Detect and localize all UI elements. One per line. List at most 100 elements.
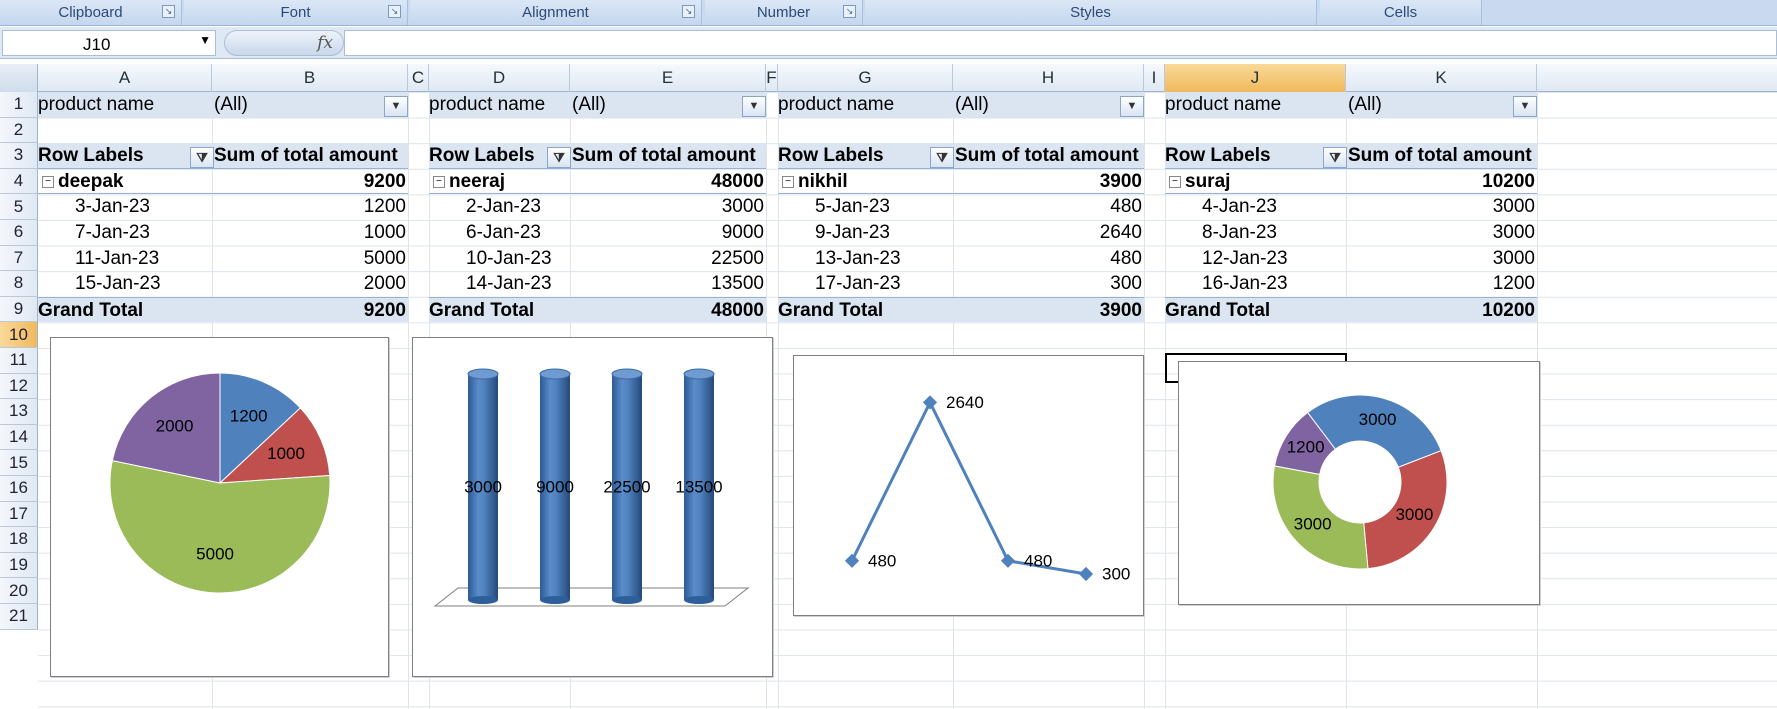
filter-funnel-icon[interactable]: ⧩ xyxy=(190,147,214,169)
item-date: 2-Jan-23 xyxy=(466,196,541,218)
pivot-filter-label: product name xyxy=(429,92,570,118)
filter-funnel-icon[interactable]: ⧩ xyxy=(547,147,571,169)
column-header-l[interactable] xyxy=(1537,64,1777,92)
row-header-5[interactable]: 5 xyxy=(0,194,38,220)
column-header-d[interactable]: D xyxy=(429,64,570,92)
bar-base xyxy=(684,596,714,604)
cylinder-chart-neeraj[interactable]: 3000 9000 22500 13500 xyxy=(412,337,773,677)
value-header: Sum of total amount xyxy=(214,145,398,167)
row-header-19[interactable]: 19 xyxy=(0,552,38,579)
group-name: deepak xyxy=(58,170,124,192)
row-header-8[interactable]: 8 xyxy=(0,271,38,297)
pivot-item-row: 15-Jan-23 2000 xyxy=(38,271,408,297)
select-all-button[interactable] xyxy=(0,64,38,92)
pivot-group-row: − neeraj 48000 xyxy=(429,169,766,195)
group-label[interactable]: − deepak xyxy=(38,169,212,195)
pivot-item-row: 2-Jan-23 3000 xyxy=(429,194,766,220)
collapse-icon[interactable]: − xyxy=(433,175,445,188)
row-header-7[interactable]: 7 xyxy=(0,245,38,272)
column-header-c[interactable]: C xyxy=(408,64,429,92)
item-date: 5-Jan-23 xyxy=(815,196,890,218)
row-header-12[interactable]: 12 xyxy=(0,373,38,400)
column-header-b[interactable]: B xyxy=(212,64,408,92)
pie-chart-deepak[interactable]: 1200 1000 5000 2000 xyxy=(50,337,389,677)
pivot-item-row: 17-Jan-23 300 xyxy=(778,271,1144,297)
worksheet-grid[interactable]: A B C D E F G H I J K 1 2 3 4 5 6 7 8 9 10 11 12 13 1… xyxy=(0,64,1777,709)
row-header-14[interactable]: 14 xyxy=(0,424,38,451)
slice-label: 3000 xyxy=(1359,410,1397,429)
column-header-j[interactable]: J xyxy=(1165,64,1346,92)
row-header-18[interactable]: 18 xyxy=(0,527,38,553)
slice-label: 1200 xyxy=(1287,438,1325,457)
pivot-filter-value: (All) xyxy=(1346,92,1537,118)
formula-input[interactable] xyxy=(344,30,1777,56)
column-header-g[interactable]: G xyxy=(778,64,953,92)
group-label[interactable]: − suraj xyxy=(1165,169,1346,195)
pivot-item-row: 11-Jan-23 5000 xyxy=(38,246,408,272)
filter-dropdown-icon[interactable]: ▼ xyxy=(384,96,408,117)
item-amount: 9000 xyxy=(721,222,764,243)
column-header-k[interactable]: K xyxy=(1346,64,1537,92)
row-header-17[interactable]: 17 xyxy=(0,501,38,528)
slice-label: 3000 xyxy=(1294,515,1332,534)
filter-dropdown-icon[interactable]: ▼ xyxy=(1120,96,1144,117)
doughnut-chart-svg: 3000 3000 3000 1200 xyxy=(1272,394,1448,570)
item-date: 7-Jan-23 xyxy=(75,222,150,243)
row-header-11[interactable]: 11 xyxy=(0,348,38,374)
name-box[interactable]: J10 ▼ xyxy=(2,30,216,56)
row-header-4[interactable]: 4 xyxy=(0,168,38,195)
pivot-grand-total-row: Grand Total 10200 xyxy=(1165,296,1537,323)
item-date: 16-Jan-23 xyxy=(1202,273,1288,295)
bar-label: 22500 xyxy=(603,477,650,496)
row-header-9[interactable]: 9 xyxy=(0,296,38,323)
line-chart-nikhil[interactable]: 480 2640 480 300 xyxy=(793,355,1144,616)
row-header-21[interactable]: 21 xyxy=(0,604,38,630)
collapse-icon[interactable]: − xyxy=(782,175,794,188)
dialog-launcher-icon[interactable]: ↘ xyxy=(682,5,695,18)
group-total: 10200 xyxy=(1482,170,1535,192)
item-amount: 22500 xyxy=(711,247,764,269)
bar-top xyxy=(683,368,715,380)
group-total: 48000 xyxy=(711,170,764,192)
column-header-f[interactable]: F xyxy=(766,64,778,92)
ribbon-group-font: Font ↘ xyxy=(184,0,408,25)
row-header-20[interactable]: 20 xyxy=(0,578,38,604)
row-header-1[interactable]: 1 xyxy=(0,92,38,118)
collapse-icon[interactable]: − xyxy=(1169,175,1181,188)
grand-total-value: 10200 xyxy=(1482,299,1535,321)
dialog-launcher-icon[interactable]: ↘ xyxy=(843,5,856,18)
column-header-i[interactable]: I xyxy=(1144,64,1165,92)
doughnut-chart-suraj[interactable]: 3000 3000 3000 1200 xyxy=(1178,361,1540,605)
row-header-10[interactable]: 10 xyxy=(0,322,38,348)
insert-function-button[interactable]: fx xyxy=(224,30,344,56)
collapse-icon[interactable]: − xyxy=(42,175,54,188)
column-header-a[interactable]: A xyxy=(38,64,212,92)
column-header-e[interactable]: E xyxy=(570,64,766,92)
row-header-13[interactable]: 13 xyxy=(0,399,38,425)
marker-13-Jan-23 xyxy=(1000,553,1016,568)
item-amount: 13500 xyxy=(711,273,764,295)
filter-dropdown-icon[interactable]: ▼ xyxy=(1513,96,1537,117)
row-header-2[interactable]: 2 xyxy=(0,117,38,144)
chevron-down-icon[interactable]: ▼ xyxy=(199,33,211,47)
row-header-15[interactable]: 15 xyxy=(0,450,38,476)
item-amount: 300 xyxy=(1110,273,1142,295)
group-label[interactable]: − nikhil xyxy=(778,169,953,195)
group-label[interactable]: − neeraj xyxy=(429,169,570,195)
row-header-3[interactable]: 3 xyxy=(0,143,38,169)
column-header-h[interactable]: H xyxy=(953,64,1144,92)
fx-icon: fx xyxy=(317,33,333,53)
filter-dropdown-icon[interactable]: ▼ xyxy=(742,96,766,117)
ribbon-group-label: Styles xyxy=(1070,4,1111,21)
dialog-launcher-icon[interactable]: ↘ xyxy=(388,5,401,18)
ribbon-group-label: Number xyxy=(756,4,811,21)
line-chart-svg: 480 2640 480 300 xyxy=(844,393,1130,583)
column-headers: A B C D E F G H I J K xyxy=(0,64,1777,92)
filter-funnel-icon[interactable]: ⧩ xyxy=(930,147,954,169)
value-header: Sum of total amount xyxy=(1348,145,1532,167)
dialog-launcher-icon[interactable]: ↘ xyxy=(162,5,175,18)
row-header-6[interactable]: 6 xyxy=(0,220,38,246)
row-header-16[interactable]: 16 xyxy=(0,476,38,502)
filter-funnel-icon[interactable]: ⧩ xyxy=(1323,147,1347,169)
item-date: 10-Jan-23 xyxy=(466,247,552,269)
